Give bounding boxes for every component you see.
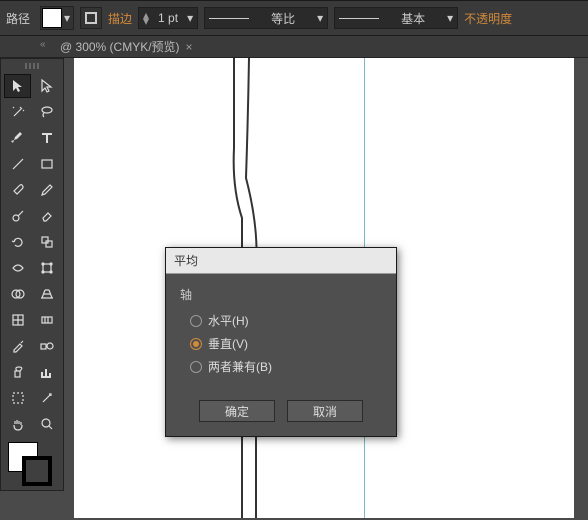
pen-tool[interactable]: [4, 126, 31, 150]
line-sample-icon: [209, 18, 249, 19]
magic-wand-tool[interactable]: [4, 100, 31, 124]
line-sample-icon: [339, 18, 379, 19]
radio-horizontal[interactable]: 水平(H): [180, 309, 382, 332]
pencil-tool[interactable]: [33, 178, 60, 202]
blob-brush-tool[interactable]: [4, 204, 31, 228]
slice-tool[interactable]: [33, 386, 60, 410]
chevron-down-icon: ▾: [447, 11, 453, 25]
blend-tool[interactable]: [33, 334, 60, 358]
free-transform-tool[interactable]: [33, 256, 60, 280]
line-tool[interactable]: [4, 152, 31, 176]
hand-tool[interactable]: [4, 412, 31, 436]
eyedropper-tool[interactable]: [4, 334, 31, 358]
chevron-down-icon: ▾: [62, 11, 72, 25]
close-tab-icon[interactable]: ×: [186, 40, 193, 54]
options-bar: 路径 ▾ 描边 ▴▾ 1 pt ▾ 等比 ▾ 基本 ▾ 不透明度: [0, 0, 588, 36]
opacity-label[interactable]: 不透明度: [464, 10, 512, 27]
document-tab[interactable]: @ 300% (CMYK/预览): [60, 38, 180, 55]
zoom-tool[interactable]: [33, 412, 60, 436]
dialog-title: 平均: [166, 248, 396, 274]
stepper-icon: ▴▾: [143, 12, 149, 24]
ok-button[interactable]: 确定: [199, 400, 275, 422]
symbol-sprayer-tool[interactable]: [4, 360, 31, 384]
panel-grip-icon[interactable]: [4, 63, 60, 71]
stroke-weight-field[interactable]: ▴▾ 1 pt ▾: [138, 7, 198, 29]
radio-icon: [190, 338, 202, 350]
path-label: 路径: [6, 10, 30, 27]
eraser-tool[interactable]: [33, 204, 60, 228]
radio-label: 垂直(V): [208, 335, 248, 352]
direct-selection-tool[interactable]: [33, 74, 60, 98]
brush-value: 基本: [383, 10, 443, 27]
fill-color-icon: [42, 8, 62, 28]
profile-value: 等比: [253, 10, 313, 27]
paintbrush-tool[interactable]: [4, 178, 31, 202]
radio-icon: [190, 315, 202, 327]
fill-stroke-control[interactable]: [8, 442, 58, 486]
chevron-down-icon: ▾: [317, 11, 323, 25]
fill-swatch[interactable]: ▾: [40, 6, 74, 30]
document-tab-bar: « @ 300% (CMYK/预览) ×: [0, 36, 588, 58]
stroke-label[interactable]: 描边: [108, 10, 132, 27]
width-tool[interactable]: [4, 256, 31, 280]
tools-panel: [0, 58, 64, 491]
radio-both[interactable]: 两者兼有(B): [180, 355, 382, 378]
lasso-tool[interactable]: [33, 100, 60, 124]
gradient-tool[interactable]: [33, 308, 60, 332]
cancel-button[interactable]: 取消: [287, 400, 363, 422]
selection-tool[interactable]: [4, 74, 31, 98]
chevron-down-icon: ▾: [187, 11, 193, 25]
radio-label: 水平(H): [208, 312, 249, 329]
radio-icon: [190, 361, 202, 373]
brush-field[interactable]: 基本 ▾: [334, 7, 458, 29]
type-tool[interactable]: [33, 126, 60, 150]
axis-group-label: 轴: [180, 286, 382, 303]
profile-field[interactable]: 等比 ▾: [204, 7, 328, 29]
radio-label: 两者兼有(B): [208, 358, 272, 375]
stroke-color-icon: [22, 456, 52, 486]
rectangle-tool[interactable]: [33, 152, 60, 176]
average-dialog: 平均 轴 水平(H) 垂直(V) 两者兼有(B) 确定 取消: [165, 247, 397, 437]
perspective-grid-tool[interactable]: [33, 282, 60, 306]
column-graph-tool[interactable]: [33, 360, 60, 384]
stroke-swatch[interactable]: [80, 7, 102, 29]
collapse-chevron-icon[interactable]: «: [40, 39, 46, 50]
stroke-weight-value: 1 pt: [153, 11, 183, 25]
mesh-tool[interactable]: [4, 308, 31, 332]
radio-vertical[interactable]: 垂直(V): [180, 332, 382, 355]
rotate-tool[interactable]: [4, 230, 31, 254]
shape-builder-tool[interactable]: [4, 282, 31, 306]
scale-tool[interactable]: [33, 230, 60, 254]
artboard-tool[interactable]: [4, 386, 31, 410]
